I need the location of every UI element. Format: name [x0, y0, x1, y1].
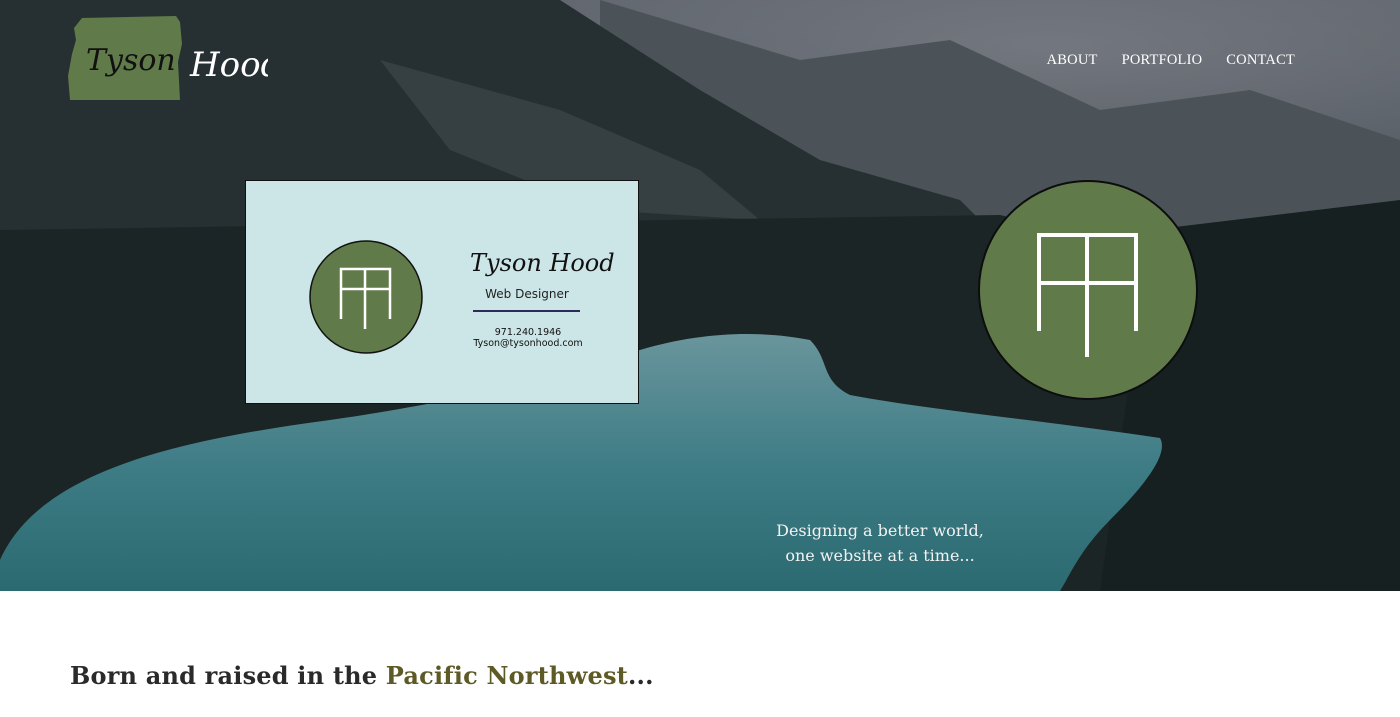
intro-heading: Born and raised in the Pacific Northwest… [70, 661, 654, 690]
card-role: Web Designer [485, 287, 569, 301]
intro-heading-start: Born and raised in the [70, 661, 386, 690]
logo-first-name: Tyson [86, 43, 176, 78]
nav-portfolio[interactable]: PORTFOLIO [1122, 52, 1203, 69]
th-monogram-icon [978, 180, 1198, 400]
hero-banner: Tyson Hood ABOUT PORTFOLIO CONTACT Tyson… [0, 0, 1400, 591]
main-nav: ABOUT PORTFOLIO CONTACT [1047, 52, 1295, 69]
card-name: Tyson Hood [470, 249, 615, 277]
site-logo[interactable]: Tyson Hood [68, 14, 268, 104]
card-signature: Tyson Hood [470, 249, 615, 277]
card-email: Tyson@tysonhood.com [473, 338, 583, 349]
hero-tagline: Designing a better world, one website at… [760, 518, 1000, 568]
card-divider [473, 310, 580, 312]
logo-last-name: Hood [189, 45, 268, 85]
tagline-line-2: one website at a time... [785, 546, 975, 565]
intro-heading-end: ... [627, 661, 654, 690]
tagline-line-1: Designing a better world, [776, 521, 984, 540]
business-card: Tyson Hood Web Designer 971.240.1946 Tys… [245, 180, 639, 404]
nav-about[interactable]: ABOUT [1047, 52, 1098, 69]
intro-heading-accent: Pacific Northwest [385, 661, 628, 690]
card-phone: 971.240.1946 [494, 327, 562, 338]
nav-contact[interactable]: CONTACT [1226, 52, 1295, 69]
th-monogram-icon [309, 240, 423, 354]
